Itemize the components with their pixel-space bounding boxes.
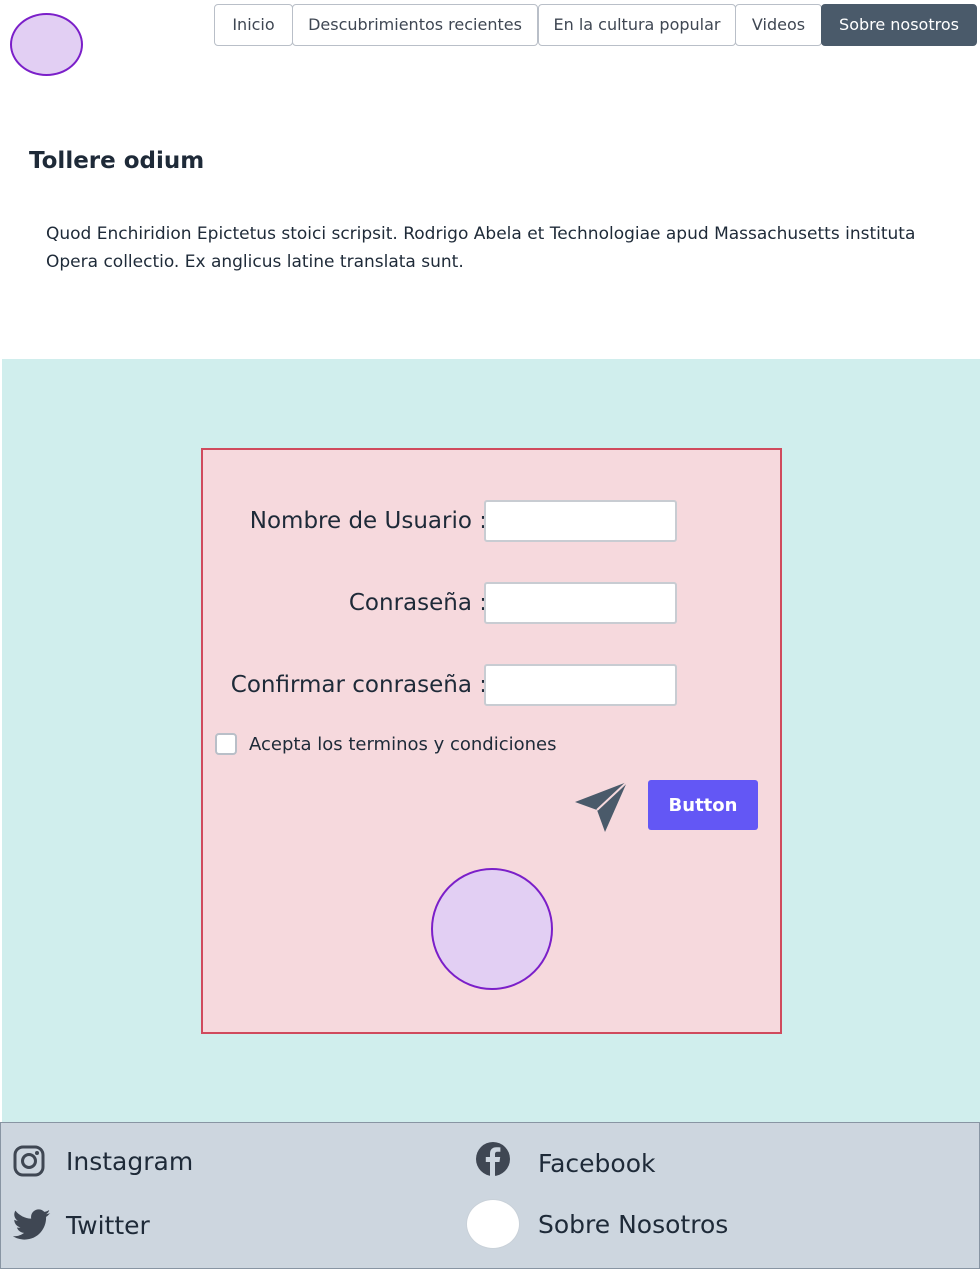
logo-circle bbox=[10, 13, 83, 76]
confirm-password-label: Confirmar conraseña : bbox=[230, 672, 487, 698]
terms-label[interactable]: Acepta los terminos y condiciones bbox=[249, 734, 556, 755]
nav-tab-videos[interactable]: Videos bbox=[735, 4, 822, 46]
twitter-icon bbox=[13, 1209, 51, 1240]
form-circle bbox=[431, 868, 553, 990]
password-row: Conraseña : bbox=[203, 582, 683, 624]
password-input[interactable] bbox=[484, 582, 677, 624]
password-label: Conraseña : bbox=[348, 590, 487, 616]
about-link[interactable]: Sobre Nosotros bbox=[466, 1199, 728, 1249]
send-icon bbox=[575, 781, 628, 832]
footer: Instagram Facebook Twitter Sobre Nosotro… bbox=[0, 1122, 980, 1269]
confirm-password-row: Confirmar conraseña : bbox=[203, 664, 683, 706]
instagram-link[interactable]: Instagram bbox=[13, 1145, 193, 1177]
twitter-link[interactable]: Twitter bbox=[13, 1209, 150, 1241]
terms-checkbox[interactable] bbox=[215, 733, 237, 755]
facebook-icon bbox=[476, 1142, 510, 1176]
page-title: Tollere odium bbox=[29, 148, 205, 174]
nav-tab-inicio[interactable]: Inicio bbox=[214, 4, 293, 46]
facebook-label: Facebook bbox=[538, 1148, 656, 1178]
username-label: Nombre de Usuario : bbox=[249, 508, 487, 534]
nav-tab-cultura-popular[interactable]: En la cultura popular bbox=[538, 4, 736, 46]
instagram-icon bbox=[13, 1145, 45, 1177]
facebook-link[interactable]: Facebook bbox=[475, 1142, 656, 1181]
signup-form: Nombre de Usuario : Conraseña : Confirma… bbox=[201, 448, 782, 1034]
nav-tab-descubrimientos[interactable]: Descubrimientos recientes bbox=[292, 4, 538, 46]
username-row: Nombre de Usuario : bbox=[203, 500, 683, 542]
main-nav: Inicio Descubrimientos recientes En la c… bbox=[214, 4, 977, 46]
nav-tab-sobre-nosotros[interactable]: Sobre nosotros bbox=[821, 4, 977, 46]
twitter-label: Twitter bbox=[66, 1210, 150, 1240]
confirm-password-input[interactable] bbox=[484, 664, 677, 706]
about-label: Sobre Nosotros bbox=[538, 1209, 729, 1239]
instagram-label: Instagram bbox=[66, 1146, 194, 1176]
submit-button[interactable]: Button bbox=[648, 780, 758, 830]
terms-row: Acepta los terminos y condiciones bbox=[215, 733, 556, 755]
about-circle-icon bbox=[466, 1199, 520, 1249]
page-description: Quod Enchiridion Epictetus stoici scrips… bbox=[46, 224, 916, 272]
username-input[interactable] bbox=[484, 500, 677, 542]
